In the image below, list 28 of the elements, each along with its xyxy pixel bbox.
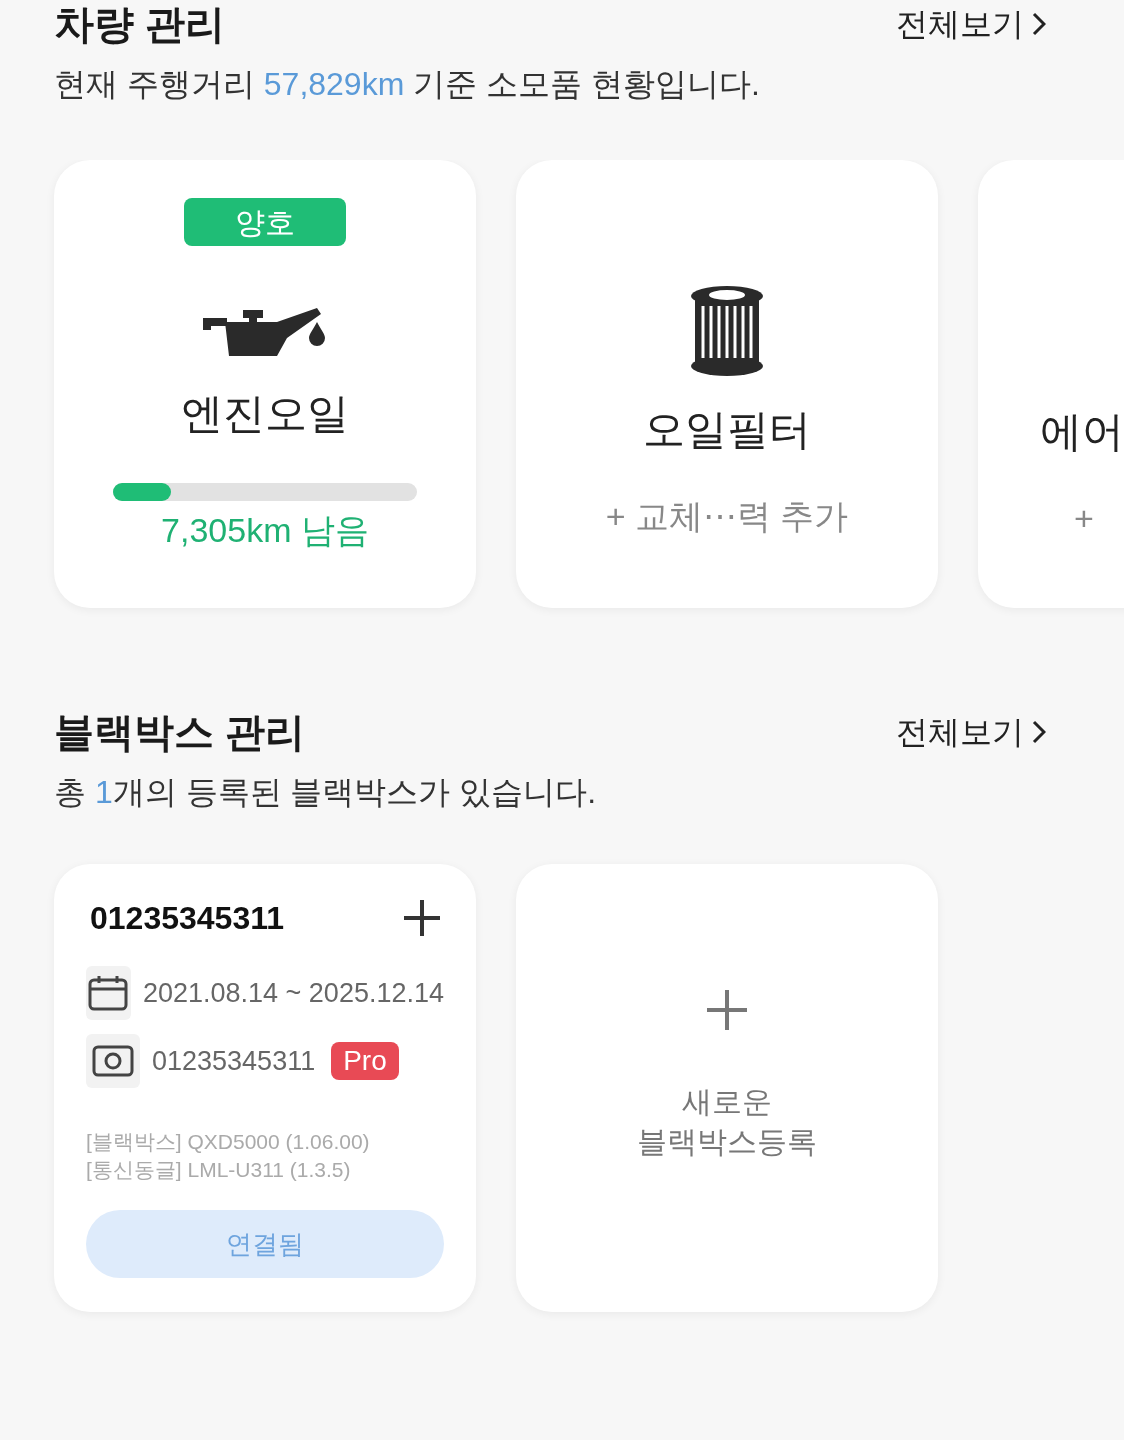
calendar-icon [86, 966, 131, 1020]
device-serial: 01235345311 [90, 899, 284, 938]
view-all-link[interactable]: 전체보기 [896, 0, 1070, 48]
firmware-version: [블랙박스] QXD5000 (1.06.00) [86, 1129, 371, 1155]
chevron-right-icon [1032, 720, 1046, 744]
item-name: 엔진오일 [181, 389, 349, 439]
chevron-right-icon [1032, 12, 1046, 36]
subscription-period: 2021.08.14 ~ 2025.12.14 [142, 976, 444, 1010]
camera-id: 01235345311 [152, 1044, 316, 1078]
plus-icon[interactable] [402, 898, 442, 938]
summary-text: 현재 주행거리 57,829km 기준 소모품 현황입니다. [54, 65, 761, 104]
section-title: 차량 관리 [54, 1, 226, 48]
remaining-distance: 7,305km 남음 [161, 510, 369, 551]
register-blackbox-label: 새로운 [682, 1084, 772, 1120]
firmware-version: [통신동글] LML-U311 (1.3.5) [86, 1157, 352, 1183]
summary-text: 총 1개의 등록된 블랙박스가 있습니다. [54, 773, 598, 812]
view-all-link[interactable]: 전체보기 [896, 708, 1070, 756]
connection-status-button[interactable]: 연결됨 [86, 1210, 444, 1278]
section-title: 블랙박스 관리 [54, 709, 306, 756]
add-history-button[interactable]: + 교체⋯력 추가 [605, 491, 849, 542]
oil-filter-icon [691, 286, 763, 376]
item-name: 오일필터 [643, 405, 811, 455]
add-history-button[interactable]: + [1040, 493, 1124, 544]
pro-badge: Pro [331, 1042, 399, 1080]
status-badge: 양호 [184, 198, 346, 246]
camera-icon [86, 1034, 140, 1088]
item-name: 에어 [1040, 407, 1124, 457]
register-blackbox-label: 블랙박스등록 [637, 1124, 817, 1160]
